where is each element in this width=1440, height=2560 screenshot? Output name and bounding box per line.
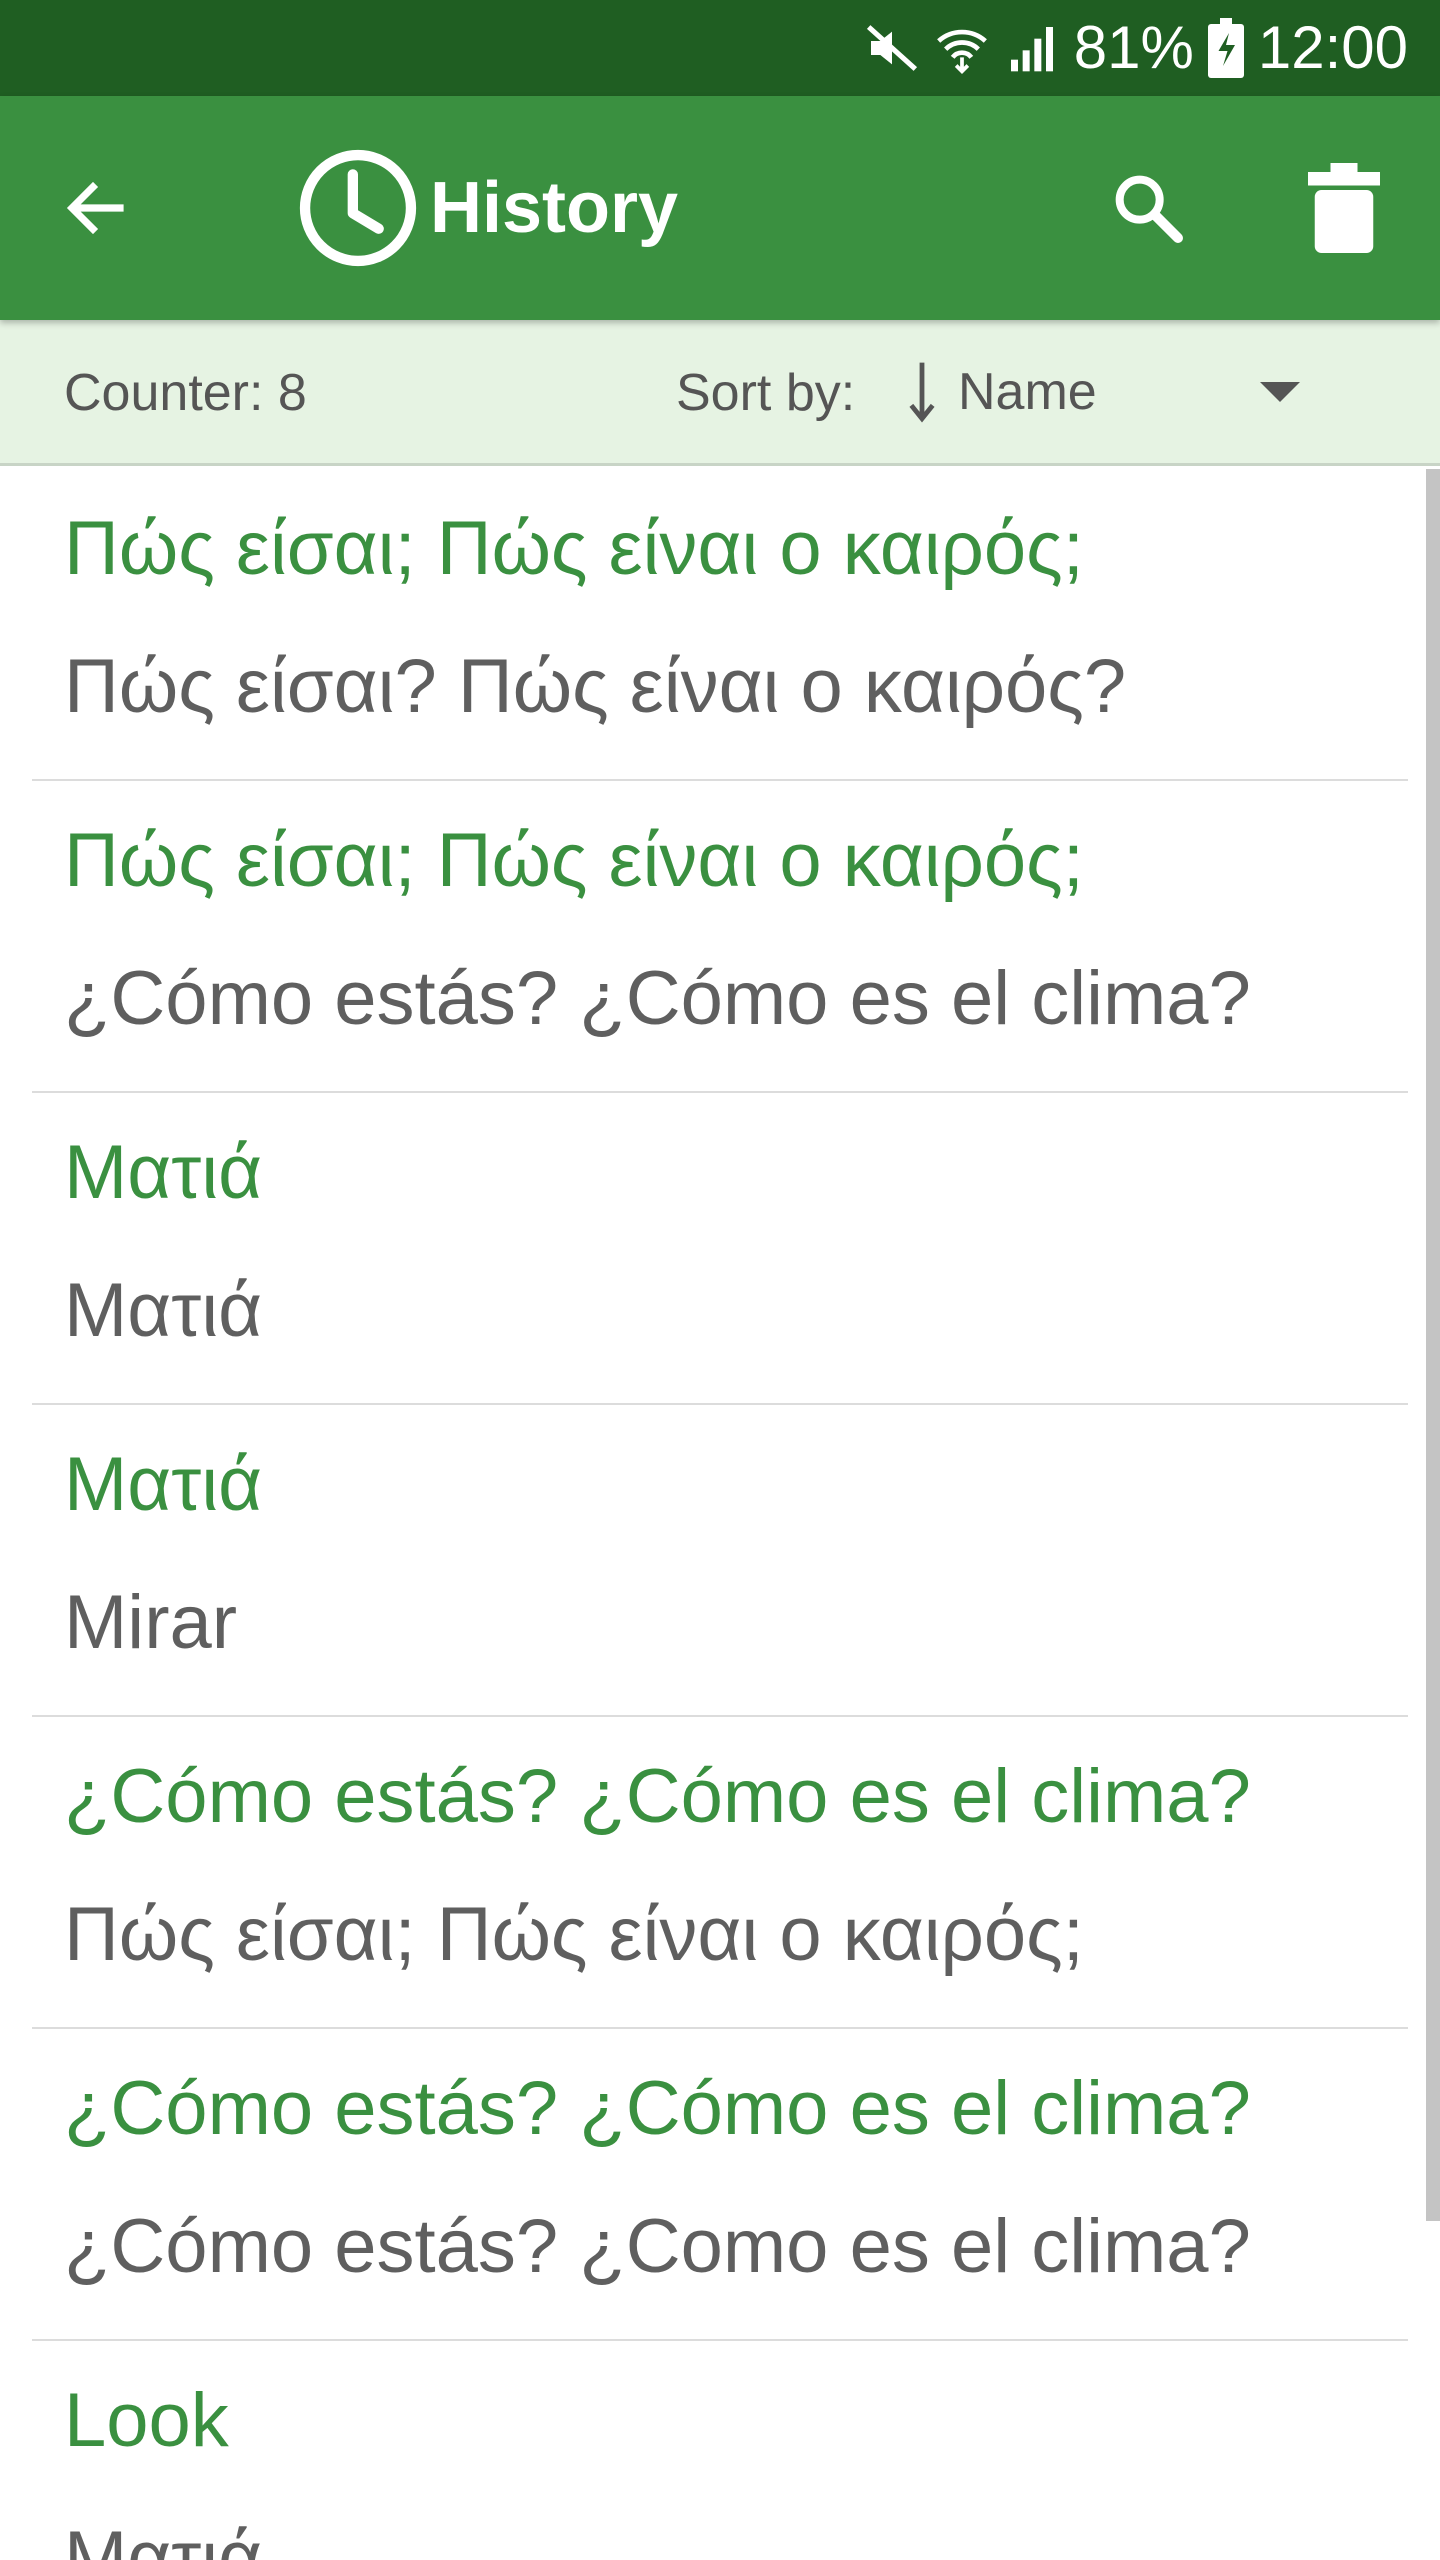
list-item[interactable]: ¿Cómo estás? ¿Cómo es el clima? ¿Cómo es… <box>32 2029 1408 2341</box>
battery-percent: 81% <box>1073 14 1194 81</box>
clock-time: 12:00 <box>1257 14 1408 81</box>
battery-icon <box>1207 18 1244 78</box>
back-arrow-icon <box>66 181 124 235</box>
translation-text: Ματιά <box>64 1268 263 1353</box>
sort-selected-value: Name <box>958 363 1097 421</box>
source-text: Ματιά <box>64 1130 263 1215</box>
mute-icon <box>866 25 917 71</box>
translation-text: Πώς είσαι; Πώς είναι ο καιρός; <box>64 1892 1084 1977</box>
page-title-group: History <box>296 144 678 272</box>
delete-history-button[interactable] <box>1296 160 1392 256</box>
history-list: Πώς είσαι; Πώς είναι ο καιρός; Πώς είσαι… <box>0 469 1440 2560</box>
sort-direction-icon[interactable] <box>908 360 936 424</box>
translation-text: Πώς είσαι? Πώς είναι ο καιρός? <box>64 644 1127 729</box>
search-button[interactable] <box>1100 160 1196 256</box>
sort-by-label: Sort by: <box>676 364 856 422</box>
signal-icon <box>1010 27 1053 72</box>
list-item[interactable]: Ματιά Mirar <box>32 1405 1408 1717</box>
list-item[interactable]: Πώς είσαι; Πώς είναι ο καιρός; Πώς είσαι… <box>32 469 1408 781</box>
source-text: Πώς είσαι; Πώς είναι ο καιρός; <box>64 506 1084 591</box>
trash-icon <box>1308 163 1380 253</box>
translation-text: Mirar <box>64 1580 238 1665</box>
list-item[interactable]: ¿Cómo estás? ¿Cómo es el clima? Πώς είσα… <box>32 1717 1408 2029</box>
search-icon <box>1115 175 1183 243</box>
translation-text: ¿Cómo estás? ¿Como es el clima? <box>64 2204 1251 2289</box>
list-scrollbar[interactable] <box>1426 469 1440 2221</box>
list-item[interactable]: Look Ματιά <box>32 2341 1408 2560</box>
source-text: ¿Cómo estás? ¿Cómo es el clima? <box>64 2066 1251 2151</box>
translation-text: Ματιά <box>64 2516 263 2560</box>
counter-label: Counter: 8 <box>64 364 307 422</box>
list-toolbar: Counter: 8 Sort by: Name <box>0 320 1440 466</box>
app-bar: History <box>0 96 1440 320</box>
chevron-down-icon <box>1260 382 1300 402</box>
source-text: Πώς είσαι; Πώς είναι ο καιρός; <box>64 818 1084 903</box>
back-button[interactable] <box>48 160 144 256</box>
list-item[interactable]: Πώς είσαι; Πώς είναι ο καιρός; ¿Cómo est… <box>32 781 1408 1093</box>
source-text: Ματιά <box>64 1442 263 1527</box>
translation-text: ¿Cómo estás? ¿Cómo es el clima? <box>64 956 1251 1041</box>
wifi-icon <box>936 29 987 74</box>
page-title: History <box>430 168 679 248</box>
source-text: ¿Cómo estás? ¿Cómo es el clima? <box>64 1754 1251 1839</box>
clock-icon <box>299 149 417 267</box>
status-bar: 81% 12:00 <box>0 0 1440 96</box>
sort-dropdown[interactable]: Name <box>908 342 1328 442</box>
source-text: Look <box>64 2378 229 2463</box>
status-icons: 81% 12:00 <box>864 0 1408 96</box>
list-item[interactable]: Ματιά Ματιά <box>32 1093 1408 1405</box>
